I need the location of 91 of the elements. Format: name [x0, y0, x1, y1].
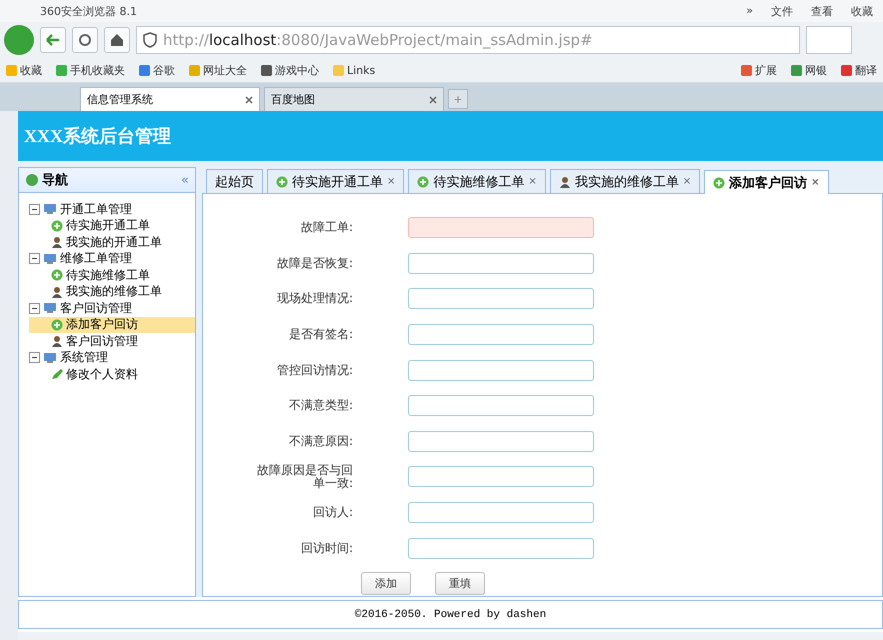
search-field[interactable]	[806, 26, 852, 54]
plus-circle-icon	[713, 176, 726, 188]
page-tab[interactable]: 我实施的维修工单 ×	[550, 169, 700, 193]
tree-item[interactable]: 客户回访管理	[29, 300, 195, 316]
close-icon[interactable]: ×	[682, 176, 692, 187]
tree-item[interactable]: 客户回访管理	[29, 333, 195, 350]
plus-circle-icon	[51, 318, 63, 331]
browser-logo	[4, 25, 34, 55]
browser-tab[interactable]: 百度地图	[264, 87, 444, 111]
input-field[interactable]	[408, 430, 594, 452]
field-label: 回访人:	[312, 506, 353, 520]
tree-item[interactable]: 待实施维修工单	[29, 267, 195, 284]
minus-toggle-icon[interactable]	[29, 204, 40, 215]
refresh-button[interactable]	[72, 27, 98, 53]
input-field[interactable]	[408, 252, 594, 274]
refresh-icon	[78, 33, 92, 47]
close-icon[interactable]: ×	[528, 176, 537, 187]
minus-toggle-icon[interactable]	[29, 302, 40, 314]
input-field[interactable]	[408, 395, 594, 416]
input-field[interactable]	[408, 466, 594, 488]
field-label: 现场处理情况:	[276, 292, 353, 306]
person-icon	[558, 176, 571, 188]
browser-title: 360安全浏览器 8.1	[40, 4, 137, 18]
bookmark-link[interactable]: 手机收藏夹	[56, 62, 125, 78]
bookmark-link[interactable]: 谷歌	[139, 62, 175, 78]
home-icon	[110, 33, 124, 47]
address-bar[interactable]: http://localhost:8080/JavaWebProject/main_ssAdmin.jsp#	[136, 26, 800, 54]
plus-circle-icon	[417, 176, 430, 188]
monitor-icon	[43, 252, 57, 265]
person-icon	[51, 236, 63, 248]
input-field[interactable]	[408, 360, 594, 381]
field-label: 是否有签名:	[288, 328, 353, 342]
bookmark-link[interactable]: 网址大全	[189, 62, 247, 78]
toolbar-link[interactable]: 翻译	[841, 62, 877, 78]
bookmark-link[interactable]: 收藏	[6, 62, 42, 78]
tree-item[interactable]: 维修工单管理	[29, 250, 195, 267]
tree-item[interactable]: 添加客户回访	[29, 316, 195, 333]
tree-item[interactable]: 修改个人资料	[29, 366, 195, 382]
person-icon	[51, 335, 63, 348]
add-button[interactable]: 添加	[361, 572, 411, 595]
page-tab[interactable]: 待实施开通工单 ×	[267, 169, 404, 193]
plus-circle-icon	[276, 176, 288, 188]
browser-tab[interactable]: 信息管理系统	[80, 87, 260, 111]
tree-item[interactable]: 我实施的维修工单	[29, 284, 195, 300]
field-label: 故障原因是否与回单一致:	[256, 464, 353, 490]
page-tab[interactable]: 待实施维修工单 ×	[408, 169, 546, 193]
tree-item[interactable]: 开通工单管理	[29, 201, 195, 218]
toolbar-link[interactable]: 网银	[791, 62, 827, 78]
page-tab[interactable]: 添加客户回访 ×	[704, 170, 829, 194]
bookmark-link[interactable]: 游戏中心	[261, 62, 319, 78]
tree-item[interactable]: 我实施的开通工单	[29, 234, 195, 250]
home-button[interactable]	[104, 27, 130, 53]
input-field[interactable]	[408, 538, 594, 559]
field-label: 不满意原因:	[288, 434, 353, 448]
plus-circle-icon	[51, 220, 63, 232]
menu-item[interactable]: 收藏	[851, 4, 873, 18]
monitor-icon	[43, 302, 57, 314]
nav-title: 导航	[42, 172, 68, 189]
input-field[interactable]	[408, 324, 594, 346]
person-icon	[51, 286, 63, 298]
monitor-icon	[43, 352, 57, 364]
field-label: 不满意类型:	[288, 399, 353, 412]
close-icon[interactable]: ×	[811, 177, 820, 188]
field-label: 故障是否恢复:	[276, 256, 353, 270]
plus-circle-icon	[51, 269, 63, 282]
toolbar-link[interactable]: 扩展	[741, 62, 777, 78]
tree-item[interactable]: 系统管理	[29, 350, 195, 366]
page-tab[interactable]: 起始页	[206, 169, 263, 193]
site-title: XXX系统后台管理	[24, 125, 171, 148]
monitor-icon	[43, 203, 57, 216]
field-label: 管控回访情况:	[276, 364, 353, 377]
minus-toggle-icon[interactable]	[29, 352, 40, 364]
back-button[interactable]	[40, 27, 66, 53]
reset-button[interactable]: 重填	[435, 572, 485, 595]
pencil-icon	[51, 368, 63, 380]
close-icon[interactable]: ×	[387, 176, 396, 187]
field-label: 故障工单:	[300, 221, 353, 234]
menu-item[interactable]: 查看	[811, 4, 833, 18]
menu-item[interactable]: 文件	[771, 4, 793, 18]
tree-item[interactable]: 待实施开通工单	[29, 218, 195, 234]
bookmark-link[interactable]: Links	[333, 64, 376, 76]
input-field[interactable]	[408, 288, 594, 310]
field-label: 回访时间:	[300, 542, 353, 555]
input-field[interactable]	[408, 502, 594, 524]
close-icon[interactable]	[429, 96, 437, 104]
back-arrow-icon	[46, 34, 60, 46]
close-icon[interactable]	[245, 96, 253, 104]
menu-item[interactable]: »	[746, 4, 753, 18]
input-field[interactable]	[408, 217, 594, 238]
footer-text: ©2016-2050. Powered by dashen	[354, 608, 546, 620]
minus-toggle-icon[interactable]	[29, 253, 40, 264]
